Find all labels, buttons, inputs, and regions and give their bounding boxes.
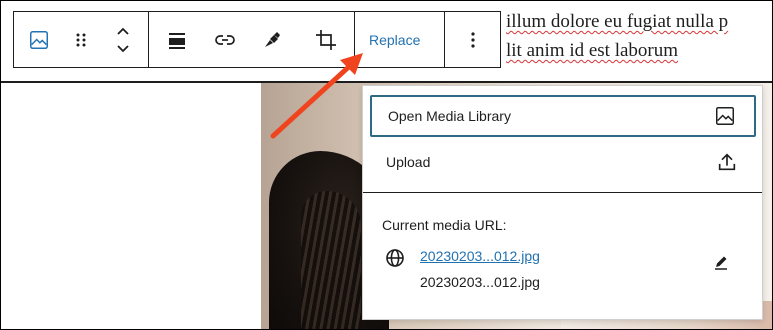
toolbar-group-block bbox=[14, 12, 149, 67]
align-icon bbox=[168, 32, 185, 49]
paragraph-text-line-2: lit anim id est laborum bbox=[506, 40, 679, 61]
photo-subject-hair-detail bbox=[301, 191, 361, 329]
move-up-down-button[interactable] bbox=[98, 12, 148, 67]
replace-popover: Open Media Library Upload Current media … bbox=[362, 85, 763, 320]
media-icon bbox=[716, 107, 734, 125]
edit-url-button[interactable] bbox=[713, 254, 729, 275]
replace-button[interactable]: Replace bbox=[355, 12, 434, 67]
media-url-text: 20230203...012.jpg bbox=[420, 274, 540, 290]
open-media-library-label: Open Media Library bbox=[388, 108, 511, 124]
duotone-icon bbox=[265, 31, 280, 47]
link-icon bbox=[215, 34, 235, 45]
options-button[interactable] bbox=[445, 12, 500, 67]
toolbar-group-tools bbox=[149, 12, 355, 67]
image-icon bbox=[30, 30, 48, 49]
pencil-icon bbox=[715, 256, 727, 270]
current-media-url-label: Current media URL: bbox=[382, 217, 507, 233]
paragraph-text-line-1: illum dolore eu fugiat nulla p bbox=[506, 11, 729, 32]
popover-divider bbox=[363, 192, 762, 193]
options-icon bbox=[470, 31, 475, 48]
upload-icon bbox=[718, 153, 736, 171]
open-media-library-item[interactable]: Open Media Library bbox=[370, 95, 756, 137]
drag-handle-icon bbox=[76, 33, 86, 46]
align-button[interactable] bbox=[149, 12, 204, 67]
link-button[interactable] bbox=[204, 12, 246, 67]
image-block-button[interactable] bbox=[14, 12, 64, 67]
media-url-link[interactable]: 20230203...012.jpg bbox=[420, 248, 540, 264]
toolbar-group-options bbox=[445, 12, 500, 67]
upload-item[interactable]: Upload bbox=[370, 141, 756, 183]
editor-frame: illum dolore eu fugiat nulla p lit anim … bbox=[0, 0, 773, 330]
upload-label: Upload bbox=[386, 154, 431, 170]
toolbar-group-replace: Replace bbox=[355, 12, 445, 67]
crop-icon bbox=[316, 29, 336, 50]
block-toolbar: Replace bbox=[13, 11, 501, 68]
globe-icon bbox=[386, 249, 404, 267]
duotone-button[interactable] bbox=[246, 12, 298, 67]
crop-button[interactable] bbox=[298, 12, 354, 67]
drag-handle-button[interactable] bbox=[64, 12, 98, 67]
move-updown-icon bbox=[117, 27, 129, 52]
